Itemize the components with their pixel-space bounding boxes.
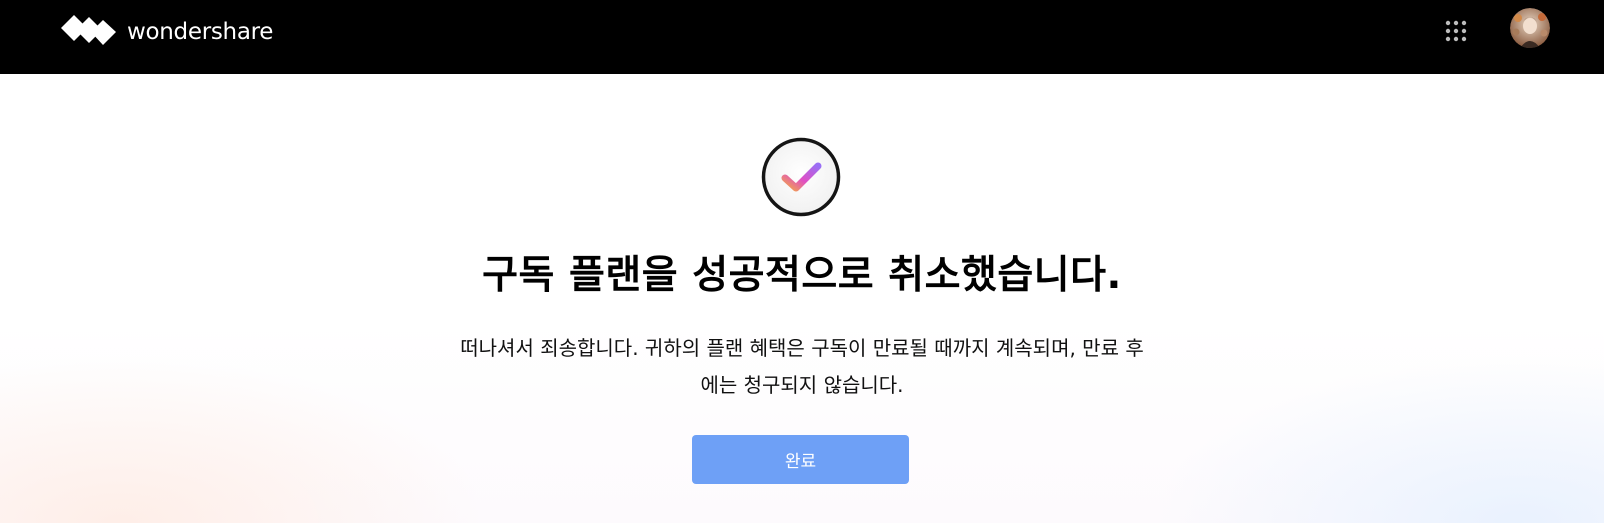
- apps-menu-button[interactable]: [1444, 19, 1468, 43]
- brand-name: wondershare: [127, 19, 274, 45]
- avatar-image: [1510, 8, 1550, 48]
- main-content: 구독 플랜을 성공적으로 취소했습니다. 떠나셔서 죄송합니다. 귀하의 플랜 …: [0, 74, 1604, 523]
- top-navigation-bar: wondershare: [0, 0, 1604, 74]
- page-title: 구독 플랜을 성공적으로 취소했습니다.: [482, 253, 1122, 298]
- grid-dots-icon: [1445, 20, 1467, 42]
- user-avatar[interactable]: [1510, 8, 1550, 48]
- message-line-2: 에는 청구되지 않습니다.: [700, 373, 904, 397]
- message-line-1: 떠나셔서 죄송합니다. 귀하의 플랜 혜택은 구독이 만료될 때까지 계속되며,…: [460, 336, 1144, 360]
- cancellation-message: 떠나셔서 죄송합니다. 귀하의 플랜 혜택은 구독이 만료될 때까지 계속되며,…: [370, 330, 1234, 404]
- brand-logo[interactable]: wondershare: [61, 15, 273, 49]
- wondershare-logo-icon: [61, 15, 116, 45]
- checkmark-circle-icon: [761, 137, 841, 217]
- done-button[interactable]: 완료: [692, 435, 909, 484]
